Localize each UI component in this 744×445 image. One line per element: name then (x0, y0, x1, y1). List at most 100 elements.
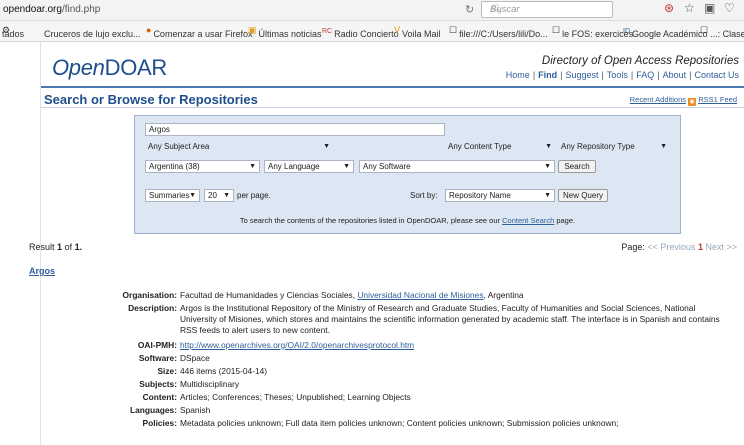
page-icon: ☐ (700, 25, 709, 35)
nav-find[interactable]: Find (538, 70, 557, 80)
bookmark-label: Radio Concierto (334, 29, 399, 39)
page-icon: ☐ (552, 25, 561, 35)
url-path: /find.php (61, 4, 101, 15)
organisation-value: Facultad de Humanidades y Ciencias Socia… (180, 290, 733, 301)
firefox-icon: ● (146, 25, 152, 35)
nav-tools[interactable]: Tools (607, 70, 628, 80)
result-prefix: Result (29, 242, 55, 252)
header-divider (41, 86, 744, 88)
oai-pmh-link[interactable]: http://www.openarchives.org/OAI/2.0/open… (180, 340, 414, 350)
heading-divider (41, 107, 744, 108)
repository-type-select[interactable]: Any Repository Type ▼ (558, 141, 670, 154)
sort-select[interactable]: Repository Name ▼ (445, 189, 555, 202)
browser-search-input[interactable]: 🔍︎ Buscar (481, 1, 613, 18)
radio-icon: RC (322, 28, 333, 35)
repository-link[interactable]: Argos (29, 266, 55, 276)
software-value: DSpace (180, 353, 210, 363)
browser-toolbar: opendoar.org/find.php ↻ 🔍︎ Buscar ⊛ ☆ ▣ … (0, 0, 744, 21)
bookmark-label: tados (2, 29, 25, 39)
scholar-icon: ID (623, 28, 630, 35)
chevron-down-icon: ▼ (545, 143, 552, 150)
university-link[interactable]: Universidad Nacional de Misiones (357, 290, 483, 300)
content-value: Articles; Conferences; Theses; Unpublish… (180, 392, 411, 402)
bookmarks-toolbar: tados ⚙ Cruceros de lujo exclu... ● Comen… (0, 21, 744, 42)
chevron-down-icon: ▼ (323, 143, 330, 150)
recent-additions-link[interactable]: Recent Additions (630, 95, 686, 104)
voila-icon: V (394, 25, 401, 35)
bookmark-item[interactable]: ● Comenzar a usar Firefox (146, 25, 252, 39)
description-label: Description: (128, 303, 177, 313)
hint-text: To search the contents of the repositori… (239, 216, 501, 225)
opendoar-page: OpenDOAR Directory of Open Access Reposi… (29, 42, 744, 445)
bookmark-item[interactable]: RC Radio Concierto (322, 25, 399, 39)
nav-about[interactable]: About (663, 70, 687, 80)
content-label: Content: (142, 392, 177, 402)
per-page-select[interactable]: 20 ▼ (204, 189, 234, 202)
reload-icon[interactable]: ↻ (465, 3, 474, 16)
rss-feed-link[interactable]: RSS1 Feed (698, 95, 737, 104)
pocket-icon[interactable]: ♡ (724, 1, 735, 15)
country-select[interactable]: Argentina (38) ▼ (145, 160, 260, 173)
current-page: 1 (697, 242, 703, 252)
policies-label: Policies: (142, 418, 177, 428)
sort-label: Sort by: (410, 191, 438, 200)
nav-suggest[interactable]: Suggest (566, 70, 599, 80)
subjects-label: Subjects: (139, 379, 177, 389)
per-page-value: 20 (208, 191, 217, 200)
subjects-value: Multidisciplinary (180, 379, 240, 389)
library-icon[interactable]: ▣ (704, 1, 715, 15)
display-select[interactable]: Summaries ▼ (145, 189, 200, 202)
language-select[interactable]: Any Language ▼ (264, 160, 354, 173)
search-button[interactable]: Search (558, 160, 596, 173)
size-value: 446 items (2015-04-14) (180, 366, 268, 376)
software-select[interactable]: Any Software ▼ (359, 160, 555, 173)
opendoar-logo[interactable]: OpenDOAR (52, 55, 167, 81)
page-label: Page: (621, 242, 645, 252)
bookmark-item[interactable]: ☐...: Clases Virtuale (700, 25, 744, 39)
chevron-down-icon: ▼ (249, 163, 256, 170)
previous-link[interactable]: << Previous (647, 242, 695, 252)
subject-value: Any Subject Area (148, 142, 210, 151)
policies-value: Metadata policies unknown; Full data ite… (180, 418, 619, 428)
bookmark-label: file:///C:/Users/lili/Do... (459, 29, 548, 39)
oai-pmh-label: OAI-PMH: (137, 340, 177, 350)
bookmark-item[interactable]: ☐ file:///C:/Users/lili/Do... (449, 25, 548, 39)
bookmark-item[interactable]: V Voila Mail (394, 25, 441, 39)
subject-select[interactable]: Any Subject Area ▼ (145, 141, 333, 154)
chevron-down-icon: ▼ (343, 163, 350, 170)
logo-open: Open (52, 55, 105, 80)
search-query-input[interactable]: Argos (145, 123, 445, 136)
new-query-button[interactable]: New Query (558, 189, 608, 202)
file-icon: ☐ (449, 25, 458, 35)
next-link[interactable]: Next >> (705, 242, 737, 252)
url-bar[interactable]: opendoar.org/find.php (3, 4, 100, 15)
bookmark-item[interactable]: ID Google Académico (623, 25, 708, 39)
bookmark-item[interactable]: tados ⚙ (2, 25, 24, 39)
bookmark-star-icon[interactable]: ☆ (684, 1, 695, 15)
bookmark-label: Últimas noticias (258, 29, 322, 39)
content-type-select[interactable]: Any Content Type ▼ (445, 141, 555, 154)
rss-icon: ◉ (688, 98, 697, 106)
nav-contact-us[interactable]: Contact Us (694, 70, 739, 80)
chevron-down-icon: ▼ (544, 163, 551, 170)
bookmark-label: Cruceros de lujo exclu... (44, 29, 141, 39)
repository-type-value: Any Repository Type (561, 142, 635, 151)
browser-search-placeholder: Buscar (490, 4, 520, 15)
addon-icon[interactable]: ⊛ (664, 1, 674, 15)
nav-home[interactable]: Home (506, 70, 530, 80)
organisation-text: Facultad de Humanidades y Ciencias Socia… (180, 290, 356, 300)
content-search-link[interactable]: Content Search (502, 216, 554, 225)
bookmark-item[interactable]: ☐ le FOS: exercices (552, 25, 633, 39)
content-type-value: Any Content Type (448, 142, 512, 151)
nav-faq[interactable]: FAQ (636, 70, 654, 80)
search-form: Argos Any Subject Area ▼ Any Content Type… (134, 115, 681, 234)
chevron-down-icon: ▼ (223, 192, 230, 199)
bookmark-label: Voila Mail (402, 29, 441, 39)
site-tagline: Directory of Open Access Repositories (541, 55, 739, 67)
languages-value: Spanish (180, 405, 211, 415)
page-title: Search or Browse for Repositories (44, 92, 258, 107)
hint-suffix: page. (556, 216, 576, 225)
bookmark-item[interactable]: ▣ Últimas noticias (248, 25, 322, 39)
sort-value: Repository Name (449, 191, 511, 200)
languages-label: Languages: (130, 405, 177, 415)
